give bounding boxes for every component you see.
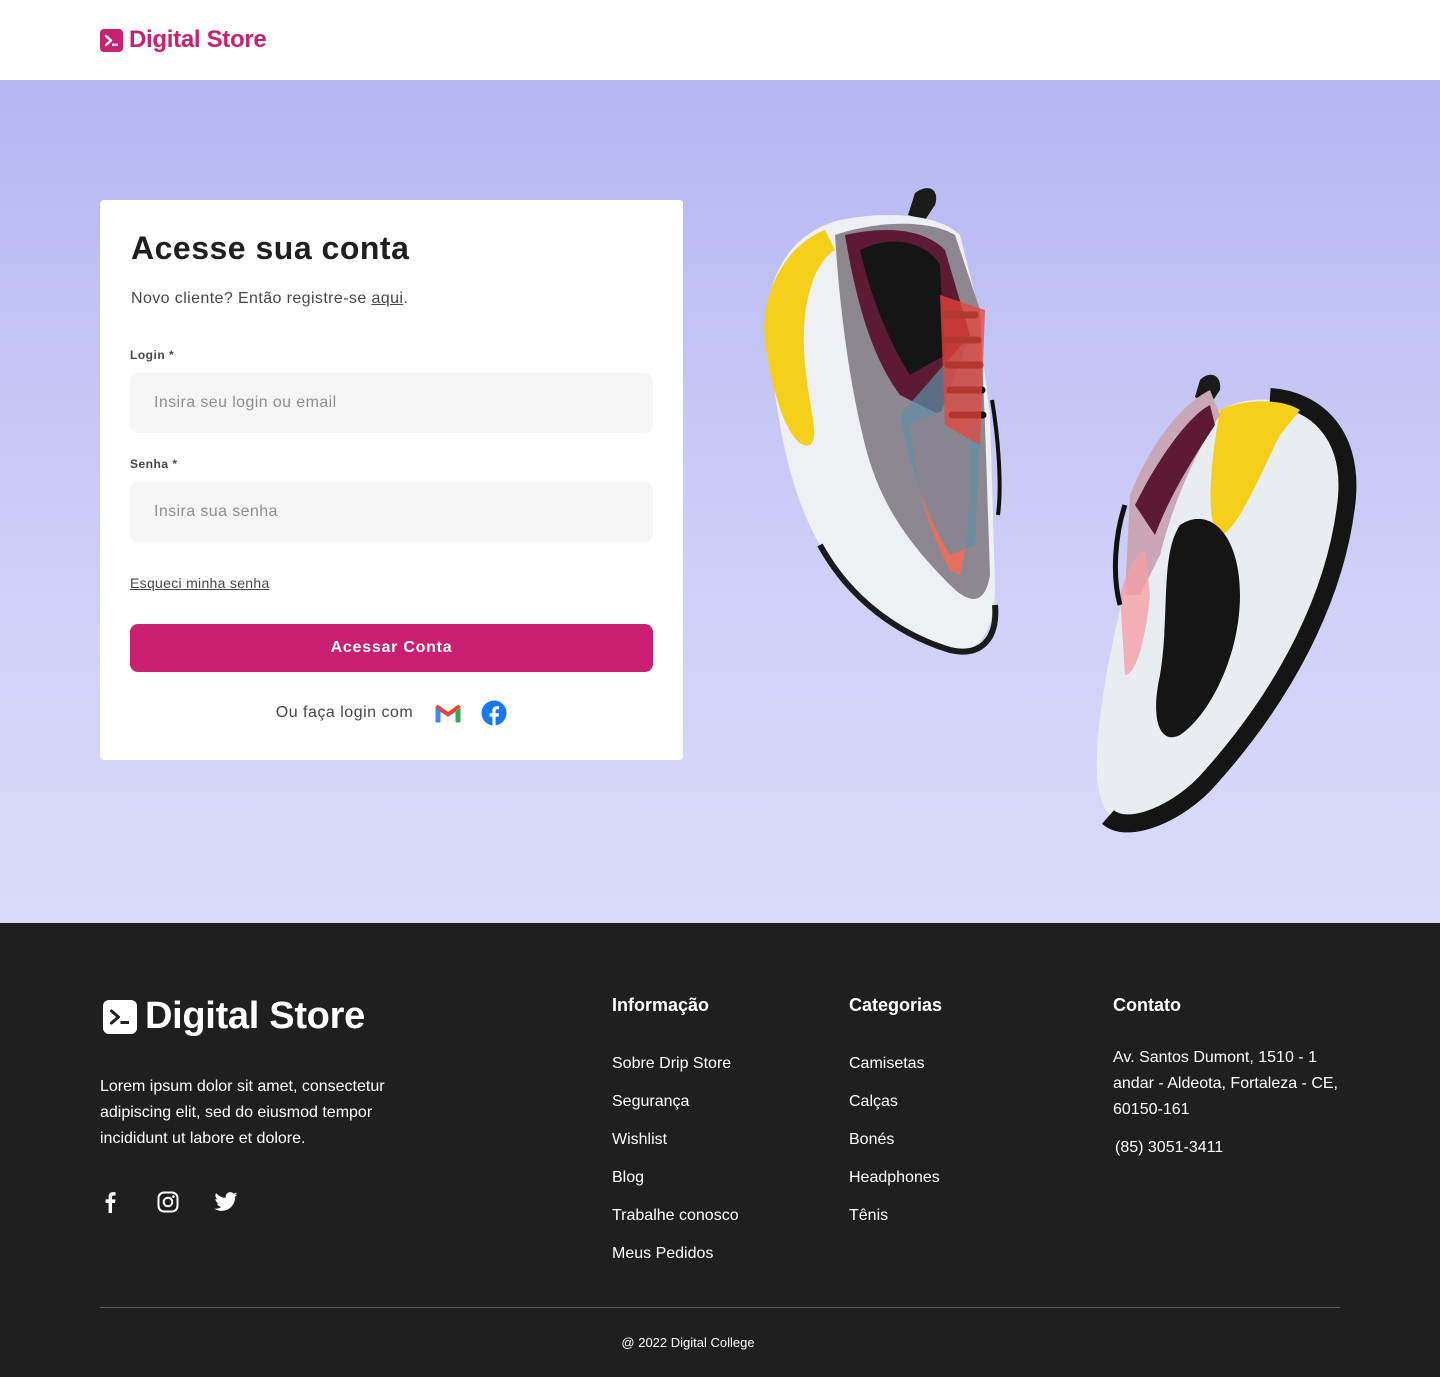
footer-address: Av. Santos Dumont, 1510 - 1 andar - Alde… bbox=[1113, 1049, 1338, 1118]
login-input[interactable] bbox=[130, 373, 653, 433]
password-input[interactable] bbox=[130, 482, 653, 542]
footer-link-pants[interactable]: Calças bbox=[849, 1091, 940, 1129]
sneakers-image bbox=[764, 188, 1357, 833]
footer-link-tshirts[interactable]: Camisetas bbox=[849, 1053, 940, 1091]
login-hero: Acesse sua conta Novo cliente? Então reg… bbox=[0, 80, 1440, 923]
footer-description: Lorem ipsum dolor sit amet, consectetur … bbox=[100, 1078, 385, 1147]
footer-copyright: @ 2022 Digital College bbox=[621, 1335, 755, 1350]
gmail-icon[interactable] bbox=[435, 700, 462, 726]
register-link[interactable]: aqui bbox=[371, 290, 403, 307]
social-login-text: Ou faça login com bbox=[275, 704, 414, 721]
footer-divider bbox=[100, 1307, 1340, 1308]
forgot-password-link[interactable]: Esqueci minha senha bbox=[130, 575, 270, 591]
brand-logo[interactable]: Digital Store bbox=[100, 26, 267, 54]
footer-contact-title: Contato bbox=[1113, 995, 1181, 1015]
login-card: Acesse sua conta Novo cliente? Então reg… bbox=[100, 200, 683, 760]
site-header: Digital Store bbox=[0, 0, 1440, 80]
footer-phone: (85) 3051-3411 bbox=[1115, 1139, 1224, 1156]
terminal-icon bbox=[100, 28, 123, 52]
footer-brand-logo[interactable]: Digital Store bbox=[103, 995, 365, 1038]
footer-link-blog[interactable]: Blog bbox=[612, 1167, 739, 1205]
password-label: Senha * bbox=[130, 457, 178, 471]
register-prompt: Novo cliente? Então registre-se aqui. bbox=[131, 290, 408, 308]
footer-link-sneakers[interactable]: Tênis bbox=[849, 1205, 940, 1243]
footer-link-orders[interactable]: Meus Pedidos bbox=[612, 1243, 739, 1281]
footer-link-wishlist[interactable]: Wishlist bbox=[612, 1129, 739, 1167]
brand-name: Digital Store bbox=[129, 26, 267, 53]
footer-categories-list: Camisetas Calças Bonés Headphones Tênis bbox=[849, 1053, 940, 1243]
footer-info-title: Informação bbox=[612, 995, 710, 1015]
footer-link-security[interactable]: Segurança bbox=[612, 1091, 739, 1129]
register-prompt-text: Novo cliente? Então registre-se bbox=[131, 290, 372, 307]
footer-link-headphones[interactable]: Headphones bbox=[849, 1167, 940, 1205]
footer-link-careers[interactable]: Trabalhe conosco bbox=[612, 1205, 739, 1243]
footer-brand-name: Digital Store bbox=[145, 995, 365, 1037]
footer-social-links bbox=[98, 1190, 238, 1214]
submit-login-button[interactable]: Acessar Conta bbox=[130, 624, 653, 672]
instagram-icon[interactable] bbox=[156, 1190, 180, 1214]
register-prompt-period: . bbox=[403, 290, 409, 307]
footer-categories-title: Categorias bbox=[849, 995, 943, 1015]
twitter-icon[interactable] bbox=[214, 1190, 238, 1214]
login-title: Acesse sua conta bbox=[131, 230, 410, 266]
terminal-icon bbox=[103, 999, 137, 1034]
footer-link-caps[interactable]: Bonés bbox=[849, 1129, 940, 1167]
footer-info-list: Sobre Drip Store Segurança Wishlist Blog… bbox=[612, 1053, 739, 1281]
facebook-icon[interactable] bbox=[98, 1190, 122, 1214]
site-footer: Digital Store Lorem ipsum dolor sit amet… bbox=[0, 923, 1440, 1377]
login-label: Login * bbox=[130, 348, 175, 362]
footer-link-about[interactable]: Sobre Drip Store bbox=[612, 1053, 739, 1091]
social-login: Ou faça login com bbox=[100, 700, 683, 726]
facebook-icon[interactable] bbox=[481, 700, 507, 726]
